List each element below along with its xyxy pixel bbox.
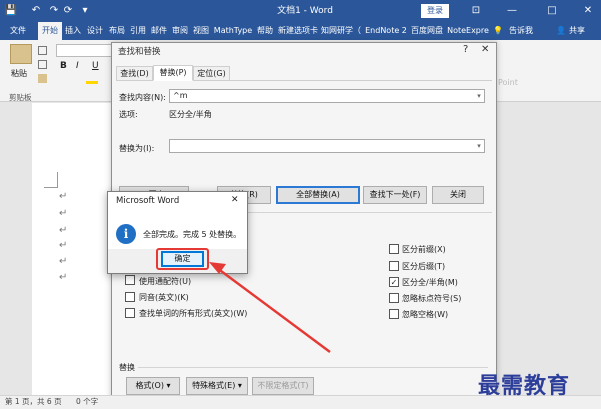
- page-count[interactable]: 第 1 页，共 6 页: [5, 396, 62, 407]
- brand-watermark: 最需教育: [478, 373, 571, 399]
- annotation-arrow: [209, 262, 331, 354]
- word-count[interactable]: 0 个字: [76, 396, 98, 407]
